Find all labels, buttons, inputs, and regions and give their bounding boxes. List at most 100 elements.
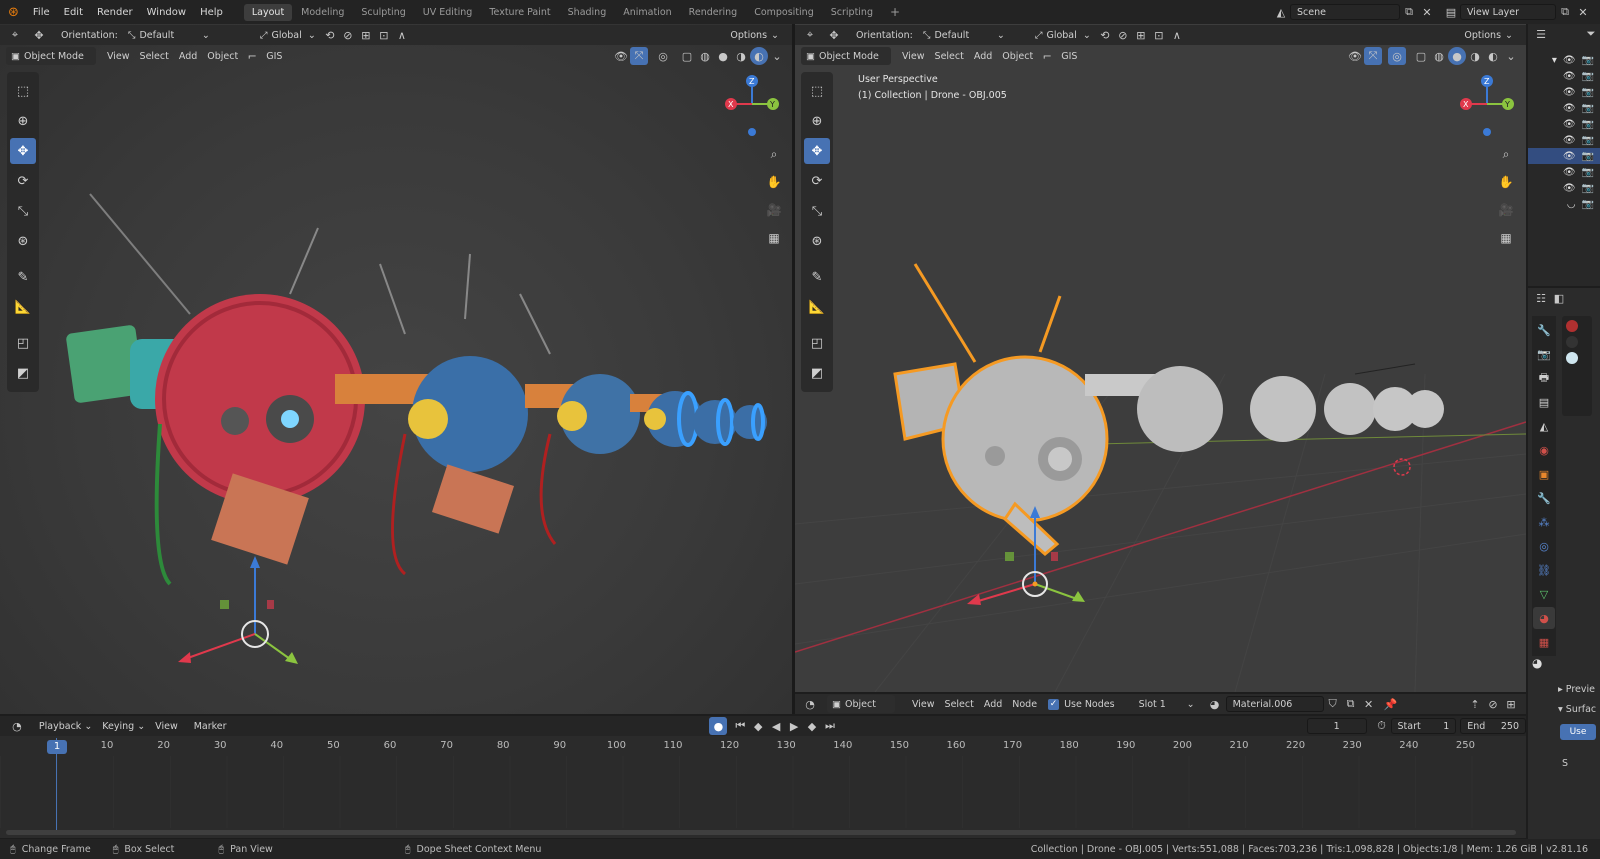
snap-node-icon[interactable]: ⊘ [1484,695,1502,713]
mode-dropdown[interactable]: ▣ Object Mode [801,47,891,65]
hidden-eye-icon[interactable]: ◡ [1567,199,1576,210]
jump-start-icon[interactable]: ⏮ [731,717,749,735]
timeline-type-icon[interactable]: ◔ [8,717,26,735]
proportional-edit-icon[interactable]: ⊡ [1150,26,1168,44]
camera-icon[interactable]: 🎥 [1494,198,1518,222]
jump-end-icon[interactable]: ⏭ [821,717,839,735]
object-tab-icon[interactable]: ▣ [1533,463,1555,485]
outliner-row[interactable]: 👁 📷 [1528,132,1600,148]
material-tab-icon[interactable]: ◕ [1533,607,1555,629]
tab-compositing[interactable]: Compositing [746,4,822,21]
filter-icon[interactable]: ⏷ [1582,25,1600,43]
slot-dropdown[interactable]: Slot 1 ⌄ [1134,695,1200,713]
eye-icon[interactable]: 👁 [1563,135,1576,146]
scale-tool[interactable]: ⤡ [10,198,36,224]
jump-keyframe-back-icon[interactable]: ◆ [749,717,767,735]
orientation-dropdown[interactable]: ⤡ Default ⌄ [123,26,215,44]
snap-icon[interactable]: ⊘ [339,26,357,44]
overlays-icon[interactable]: ◎ [1388,47,1406,65]
editor-type-icon[interactable]: ⌖ [801,26,819,44]
keying-menu[interactable]: Keying ⌄ [97,717,150,735]
select-box-tool[interactable]: ⬚ [804,78,830,104]
shader-object-dropdown[interactable]: ▣ Object [827,695,895,713]
falloff-icon[interactable]: ∧ [393,26,411,44]
eye-icon[interactable]: 👁 [1563,183,1576,194]
pin-icon[interactable]: 📌 [1382,695,1400,713]
auto-keying-icon[interactable]: ● [709,717,728,735]
jump-keyframe-forward-icon[interactable]: ◆ [803,717,821,735]
move-tool-icon[interactable]: ✥ [30,26,48,44]
tab-animation[interactable]: Animation [615,4,679,21]
use-nodes-button[interactable]: Use [1560,724,1596,740]
material-browse-icon[interactable]: ◕ [1206,695,1224,713]
camera-render-icon[interactable]: 📷 [1582,151,1594,162]
pivot-icon[interactable]: ⟲ [1096,26,1114,44]
outliner-row[interactable]: ▾ 👁 📷 [1528,52,1600,68]
eye-icon[interactable]: 👁 [1563,87,1576,98]
playback-menu[interactable]: Playback ⌄ [34,717,97,735]
cursor-tool[interactable]: ⊕ [10,108,36,134]
xray-icon[interactable]: ▢ [1412,47,1430,65]
camera-render-icon[interactable]: 📷 [1582,71,1594,82]
material-slot-swatch[interactable] [1566,352,1578,364]
annotate-tool[interactable]: ✎ [10,264,36,290]
rotate-tool[interactable]: ⟳ [804,168,830,194]
shader-add-menu[interactable]: Add [979,695,1007,713]
outliner-type-icon[interactable]: ☰ [1532,25,1550,43]
tab-uv-editing[interactable]: UV Editing [415,4,481,21]
gis-menu[interactable]: GIS [261,47,287,65]
unlink-material-icon[interactable]: ✕ [1360,695,1378,713]
gis-menu[interactable]: GIS [1056,47,1082,65]
world-tab-icon[interactable]: ◉ [1533,439,1555,461]
view-layer-field[interactable]: View Layer [1460,4,1556,20]
visibility-icon[interactable]: 👁 [612,47,630,65]
object-menu[interactable]: Object [997,47,1038,65]
eye-icon[interactable]: 👁 [1563,71,1576,82]
transform-space-dropdown[interactable]: ⤢ Global ⌄ [1030,26,1096,44]
select-menu[interactable]: Select [930,47,969,65]
timeline-track-area[interactable] [0,756,1526,828]
menu-window[interactable]: Window [140,7,193,18]
marker-menu[interactable]: Marker [189,717,232,735]
material-shading-icon[interactable]: ◑ [732,47,750,65]
camera-render-icon[interactable]: 📷 [1582,55,1594,66]
modifier-tab-icon[interactable]: 🔧 [1533,487,1555,509]
duplicate-material-icon[interactable]: ⧉ [1342,695,1360,713]
outliner-row[interactable]: 👁 📷 [1528,84,1600,100]
camera-render-icon[interactable]: 📷 [1582,119,1594,130]
rendered-shading-icon[interactable]: ◐ [750,47,768,65]
camera-render-icon[interactable]: 📷 [1582,135,1594,146]
tab-layout[interactable]: Layout [243,3,293,21]
physics-tab-icon[interactable]: ◎ [1533,535,1555,557]
current-frame-field[interactable]: 1 [1306,718,1367,734]
wireframe-shading-icon[interactable]: ◍ [696,47,714,65]
outliner-row[interactable]: 👁 📷 [1528,116,1600,132]
editor-type-icon[interactable]: ⌖ [6,26,24,44]
solid-shading-icon[interactable]: ● [714,47,732,65]
add-cube-tool[interactable]: ◰ [10,330,36,356]
blender-logo-icon[interactable]: ⊛ [0,5,26,20]
transform-tool[interactable]: ⊛ [10,228,36,254]
timeline-scrollbar[interactable] [6,830,1516,835]
chevron-down-icon[interactable]: ⌄ [768,47,786,65]
outliner-row[interactable]: 👁 📷 [1528,164,1600,180]
eye-icon[interactable]: 👁 [1563,103,1576,114]
texture-tab-icon[interactable]: ▦ [1533,631,1555,653]
scene-icon[interactable]: ◭ [1272,3,1290,21]
view-menu[interactable]: View [897,47,930,65]
eye-icon[interactable]: 👁 [1563,167,1576,178]
cursor-tool[interactable]: ⊕ [804,108,830,134]
tab-shading[interactable]: Shading [560,4,615,21]
chevron-down-icon[interactable]: ⌄ [1502,47,1520,65]
xray-icon[interactable]: ▢ [678,47,696,65]
eye-icon[interactable]: 👁 [1563,119,1576,130]
play-reverse-icon[interactable]: ◀ [767,717,785,735]
output-tab-icon[interactable]: 🖶 [1533,367,1555,389]
parent-node-tree-icon[interactable]: ⇡ [1466,695,1484,713]
overlays-icon[interactable]: ◎ [654,47,672,65]
delete-view-layer-icon[interactable]: ✕ [1574,3,1592,21]
outliner-row-selected[interactable]: 👁 📷 [1528,148,1600,164]
constraints-tab-icon[interactable]: ⛓ [1533,559,1555,581]
view-layer-tab-icon[interactable]: ▤ [1533,391,1555,413]
properties-context-icon[interactable]: ◧ [1550,289,1568,307]
